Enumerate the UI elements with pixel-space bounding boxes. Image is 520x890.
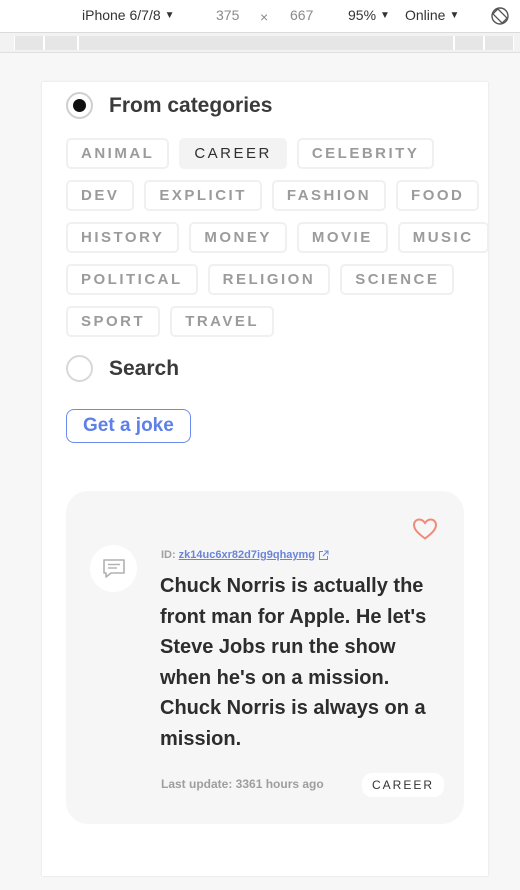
category-chip-science[interactable]: SCIENCE xyxy=(340,264,455,295)
chip-row: ANIMAL CAREER CELEBRITY xyxy=(66,138,466,169)
zoom-select[interactable]: 95% ▼ xyxy=(348,7,390,23)
category-chip-fashion[interactable]: FASHION xyxy=(271,180,387,211)
category-chip-sport[interactable]: SPORT xyxy=(66,306,161,337)
network-select[interactable]: Online ▼ xyxy=(405,7,459,23)
caret-down-icon: ▼ xyxy=(380,9,390,21)
category-chip-history[interactable]: HISTORY xyxy=(66,222,180,253)
ruler-segment[interactable] xyxy=(78,36,454,50)
chip-row: POLITICAL RELIGION SCIENCE xyxy=(66,264,466,295)
get-joke-button[interactable]: Get a joke xyxy=(66,409,191,443)
category-chip-animal[interactable]: ANIMAL xyxy=(66,138,170,169)
ruler-segment[interactable] xyxy=(44,36,78,50)
ruler-segment[interactable] xyxy=(484,36,514,50)
width-input[interactable]: 375 xyxy=(216,7,239,23)
avatar xyxy=(90,545,137,592)
ruler-segment[interactable] xyxy=(14,36,44,50)
category-chip-political[interactable]: POLITICAL xyxy=(66,264,198,295)
height-input[interactable]: 667 xyxy=(290,7,313,23)
rotate-device-icon[interactable] xyxy=(490,6,510,26)
caret-down-icon: ▼ xyxy=(449,9,460,21)
network-value: Online xyxy=(405,7,446,23)
category-chip-music[interactable]: MUSIC xyxy=(397,222,488,253)
radio-button-unchecked[interactable] xyxy=(66,355,93,382)
media-query-ruler xyxy=(0,33,520,53)
category-chip-explicit[interactable]: EXPLICIT xyxy=(144,180,262,211)
chip-row: SPORT TRAVEL xyxy=(66,306,466,337)
devtools-toolbar: iPhone 6/7/8 ▼ 375 × 667 95% ▼ Online ▼ xyxy=(0,0,520,33)
external-link-icon[interactable] xyxy=(318,550,329,561)
radio-from-categories[interactable]: From categories xyxy=(66,92,272,119)
radio-button-checked[interactable] xyxy=(66,92,93,119)
chat-bubble-icon xyxy=(102,558,125,578)
radio-label-search: Search xyxy=(109,356,180,380)
heart-icon[interactable] xyxy=(412,517,438,541)
category-chip-travel[interactable]: TRAVEL xyxy=(170,306,275,337)
joke-id-link[interactable]: zk14uc6xr82d7ig9qhaymg xyxy=(179,549,315,561)
category-chip-religion[interactable]: RELIGION xyxy=(207,264,331,295)
chip-row: DEV EXPLICIT FASHION FOOD xyxy=(66,180,480,211)
category-tag: CAREER xyxy=(362,773,445,797)
category-chip-movie[interactable]: MOVIE xyxy=(296,222,388,253)
chip-row: HISTORY MONEY MOVIE MUSIC xyxy=(66,222,488,253)
ruler-segment[interactable] xyxy=(454,36,484,50)
category-chips: ANIMAL CAREER CELEBRITY DEV EXPLICIT FASHION F… xyxy=(66,138,488,348)
dimension-separator: × xyxy=(260,9,269,25)
device-name: iPhone 6/7/8 xyxy=(82,7,161,23)
caret-down-icon: ▼ xyxy=(164,9,175,21)
device-select[interactable]: iPhone 6/7/8 ▼ xyxy=(82,7,175,23)
zoom-value: 95% xyxy=(348,7,377,23)
joke-id: ID: zk14uc6xr82d7ig9qhaymg xyxy=(161,549,329,561)
joke-card: ID: zk14uc6xr82d7ig9qhaymg Chuck Norris … xyxy=(66,491,464,824)
radio-label-categories: From categories xyxy=(109,93,273,117)
joke-id-label: ID: xyxy=(161,549,176,561)
radio-search[interactable]: Search xyxy=(66,355,179,382)
category-chip-career[interactable]: CAREER xyxy=(179,138,287,169)
category-chip-celebrity[interactable]: CELEBRITY xyxy=(296,138,435,169)
category-chip-food[interactable]: FOOD xyxy=(396,180,480,211)
last-update: Last update: 3361 hours ago xyxy=(161,777,324,791)
category-chip-money[interactable]: MONEY xyxy=(189,222,287,253)
category-chip-dev[interactable]: DEV xyxy=(66,180,135,211)
device-viewport: From categories ANIMAL CAREER CELEBRITY DEV… xyxy=(42,82,488,876)
joke-text: Chuck Norris is actually the front man f… xyxy=(160,575,427,750)
